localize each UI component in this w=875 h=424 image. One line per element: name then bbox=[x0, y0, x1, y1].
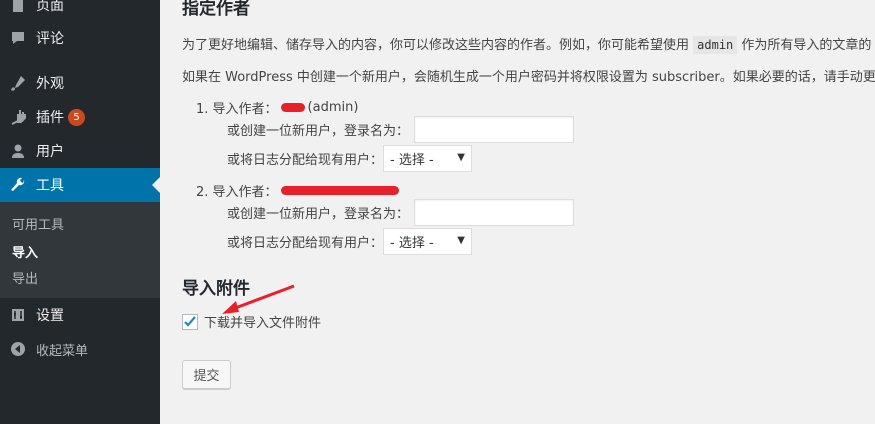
sidebar-item-label: 插件 bbox=[36, 110, 64, 126]
submit-button[interactable]: 提交 bbox=[182, 360, 231, 389]
collapse-menu-button[interactable]: 收起菜单 bbox=[0, 332, 160, 366]
sidebar-item-plugins[interactable]: 插件 5 bbox=[0, 100, 160, 134]
submenu-item-export[interactable]: 导出 bbox=[12, 268, 38, 287]
chevron-down-icon: ▼ bbox=[457, 235, 465, 246]
wp-admin-screen: 页面 评论 外观 插件 5 用户 工具 可用工具 导入 导出 设置 收起菜单 指… bbox=[0, 0, 875, 424]
settings-icon bbox=[0, 307, 36, 323]
tools-submenu: 可用工具 导入 导出 bbox=[0, 202, 160, 298]
sidebar-item-label: 页面 bbox=[36, 0, 64, 14]
checkmark-icon bbox=[184, 315, 196, 327]
new-user-paragraph: 如果在 WordPress 中创建一个新用户，会随机生成一个用户密码并将权限设置… bbox=[182, 70, 875, 85]
active-indicator-arrow bbox=[152, 177, 160, 193]
redacted-author-name bbox=[280, 103, 305, 112]
sidebar-item-label: 外观 bbox=[36, 76, 64, 92]
admin-sidebar: 页面 评论 外观 插件 5 用户 工具 可用工具 导入 导出 设置 收起菜单 bbox=[0, 0, 160, 424]
new-user-login-input[interactable] bbox=[414, 116, 574, 143]
annotation-arrow-icon bbox=[222, 284, 295, 314]
sidebar-item-comments[interactable]: 评论 bbox=[0, 21, 160, 55]
sidebar-item-tools[interactable]: 工具 bbox=[0, 168, 160, 202]
existing-user-select[interactable]: - 选择 - ▼ bbox=[383, 145, 472, 172]
intro-paragraph: 为了更好地编辑、储存导入的内容，你可以修改这些内容的作者。例如，你可能希望使用 … bbox=[182, 36, 872, 54]
tools-icon bbox=[0, 177, 36, 193]
sidebar-item-users[interactable]: 用户 bbox=[0, 134, 160, 168]
existing-user-select[interactable]: - 选择 - ▼ bbox=[383, 228, 472, 255]
users-icon bbox=[0, 143, 36, 159]
download-attachments-checkbox[interactable] bbox=[182, 313, 198, 330]
plugins-icon bbox=[0, 109, 36, 125]
sidebar-item-label: 收起菜单 bbox=[36, 343, 89, 359]
new-user-login-input[interactable] bbox=[414, 199, 574, 226]
sidebar-item-label: 设置 bbox=[36, 308, 64, 324]
sidebar-item-settings[interactable]: 设置 bbox=[0, 298, 160, 332]
appearance-icon bbox=[0, 75, 36, 91]
update-count-badge: 5 bbox=[68, 108, 85, 126]
main-content: 指定作者 为了更好地编辑、储存导入的内容，你可以修改这些内容的作者。例如，你可能… bbox=[160, 0, 875, 424]
sidebar-item-label: 工具 bbox=[36, 178, 64, 194]
redacted-author-name bbox=[280, 186, 399, 195]
author-1-create-row: 或创建一位新用户，登录名为： bbox=[227, 116, 574, 143]
sidebar-item-pages[interactable]: 页面 bbox=[0, 0, 160, 22]
sidebar-item-label: 用户 bbox=[36, 144, 64, 160]
author-1-assign-row: 或将日志分配给现有用户： - 选择 - ▼ bbox=[227, 145, 472, 172]
author-2-create-row: 或创建一位新用户，登录名为： bbox=[227, 199, 574, 226]
submenu-item-available-tools[interactable]: 可用工具 bbox=[12, 214, 64, 233]
page-title: 指定作者 bbox=[182, 0, 250, 19]
submenu-item-import[interactable]: 导入 bbox=[12, 242, 38, 261]
comments-icon bbox=[0, 30, 36, 46]
chevron-down-icon: ▼ bbox=[457, 152, 465, 163]
collapse-icon bbox=[0, 341, 36, 357]
author-1-row: 1. 导入作者： (admin) bbox=[196, 100, 359, 117]
pages-icon bbox=[0, 0, 36, 13]
admin-code: admin bbox=[693, 36, 738, 54]
sidebar-item-label: 评论 bbox=[36, 31, 64, 47]
author-2-row: 2. 导入作者： bbox=[196, 181, 402, 200]
author-2-assign-row: 或将日志分配给现有用户： - 选择 - ▼ bbox=[227, 228, 472, 255]
sidebar-item-appearance[interactable]: 外观 bbox=[0, 66, 160, 100]
